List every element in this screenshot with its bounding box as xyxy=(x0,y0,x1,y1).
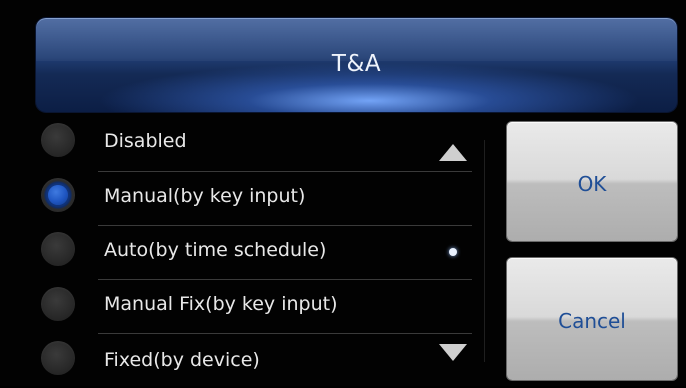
option-label: Disabled xyxy=(104,130,187,152)
dialog-title: T&A xyxy=(331,51,382,77)
triangle-up-icon[interactable] xyxy=(439,144,467,161)
options-list: Disabled Manual(by key input) Auto(by ti… xyxy=(36,118,472,386)
dialog-window: T&A Disabled Manual(by key input) Auto(b… xyxy=(0,0,686,386)
option-label: Auto(by time schedule) xyxy=(104,239,327,261)
option-manual-fix-key-input[interactable]: Manual Fix(by key input) xyxy=(36,280,472,334)
radio-button-checked[interactable] xyxy=(41,178,75,212)
radio-button-unchecked[interactable] xyxy=(41,341,75,375)
option-manual-key-input[interactable]: Manual(by key input) xyxy=(36,172,472,226)
scroll-position-dot xyxy=(449,248,457,256)
radio-button-unchecked[interactable] xyxy=(41,123,75,157)
vertical-divider xyxy=(484,140,485,362)
option-auto-time-schedule[interactable]: Auto(by time schedule) xyxy=(36,226,472,280)
triangle-down-icon[interactable] xyxy=(439,344,467,361)
option-fixed-by-device[interactable]: Fixed(by device) xyxy=(36,334,472,388)
dialog-title-bar: T&A xyxy=(36,18,677,112)
radio-button-unchecked[interactable] xyxy=(41,287,75,321)
ok-button-label: OK xyxy=(577,172,607,196)
cancel-button-label: Cancel xyxy=(558,309,626,333)
ok-button[interactable]: OK xyxy=(507,122,677,241)
option-disabled[interactable]: Disabled xyxy=(36,118,472,172)
option-label: Manual Fix(by key input) xyxy=(104,293,338,315)
option-label: Manual(by key input) xyxy=(104,185,306,207)
radio-button-unchecked[interactable] xyxy=(41,232,75,266)
cancel-button[interactable]: Cancel xyxy=(507,258,677,380)
option-label: Fixed(by device) xyxy=(104,349,260,371)
